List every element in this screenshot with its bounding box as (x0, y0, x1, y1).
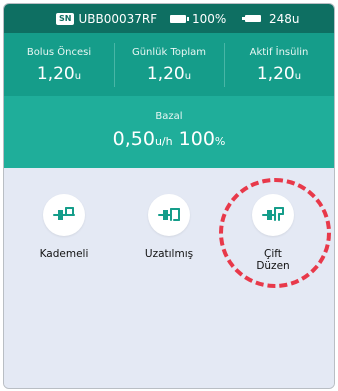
syringe-icon (53, 207, 75, 220)
summary-label: Aktif İnsülin (249, 47, 309, 58)
option-label: Uzatılmış (144, 248, 194, 260)
summary-value: 1,20u (146, 64, 192, 84)
option-circle[interactable] (148, 194, 190, 236)
dual-syringe-icon (262, 207, 284, 221)
basal-label: Bazal (155, 111, 183, 122)
bolus-option-dual-wave[interactable]: Çift Düzen (228, 194, 318, 272)
basal-panel: Bazal 0,50u/h 100% (4, 96, 334, 168)
summary-label: Günlük Toplam (131, 47, 207, 58)
bolus-type-panel: Kademeli Uzatılmış Çift Düzen (4, 168, 334, 388)
battery-level: 100% (192, 11, 227, 26)
screen-frame: SN UBB00037RF 100% 248u Bolus Öncesi 1,2… (3, 3, 335, 389)
serial-number: SN UBB00037RF (56, 10, 157, 27)
battery-status: 100% (170, 10, 226, 27)
summary-value: 1,20u (36, 64, 82, 84)
reservoir-status: 248u (242, 10, 300, 27)
bolus-option-normal[interactable]: Kademeli (19, 194, 109, 260)
bolus-option-extended[interactable]: Uzatılmış (124, 194, 214, 260)
summary-daily-total: Günlük Toplam 1,20u (114, 33, 224, 96)
basal-value: 0,50u/h 100% (112, 128, 226, 150)
option-circle[interactable] (43, 194, 85, 236)
option-label: Çift Düzen (256, 248, 290, 272)
option-label: Kademeli (39, 248, 89, 260)
battery-icon (170, 14, 189, 23)
summary-value: 1,20u (256, 64, 302, 84)
serial-text: UBB00037RF (78, 11, 158, 26)
summary-active-insulin: Aktif İnsülin 1,20u (224, 33, 334, 96)
status-bar: SN UBB00037RF 100% 248u (4, 4, 334, 33)
reservoir-icon (242, 15, 261, 22)
summary-bolus-before: Bolus Öncesi 1,20u (4, 33, 114, 96)
insulin-summary: Bolus Öncesi 1,20u Günlük Toplam 1,20u A… (4, 33, 334, 96)
option-circle[interactable] (252, 194, 294, 236)
extended-syringe-icon (158, 208, 180, 221)
reservoir-level: 248u (269, 11, 300, 26)
serial-badge: SN (56, 12, 75, 25)
summary-label: Bolus Öncesi (26, 47, 92, 58)
